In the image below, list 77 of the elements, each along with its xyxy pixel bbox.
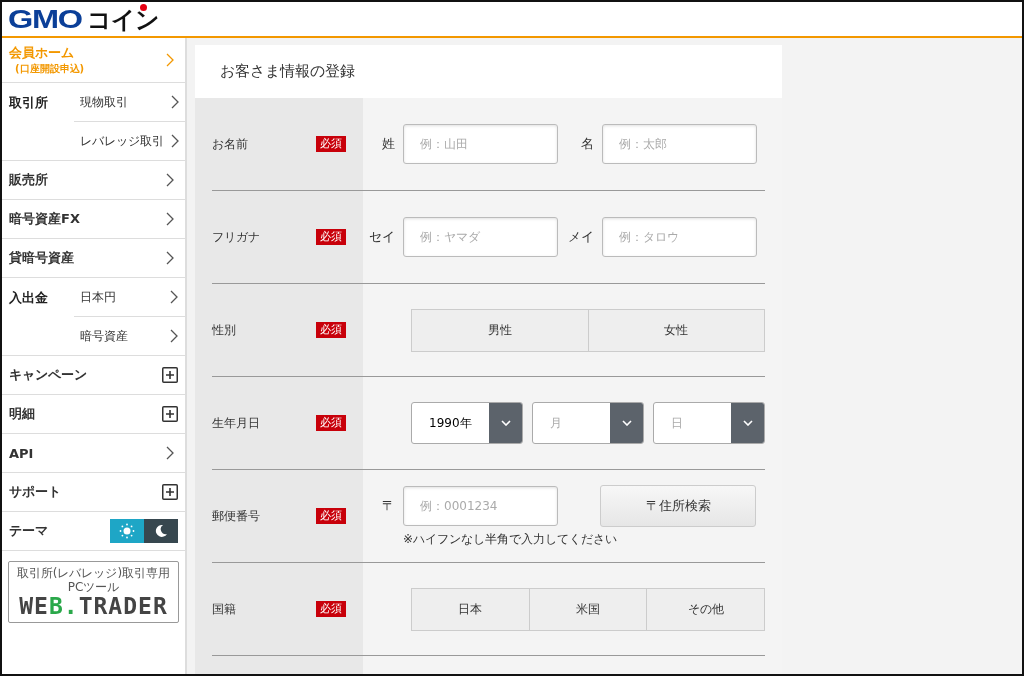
option-button[interactable]: その他 bbox=[647, 588, 764, 630]
form-title: お客さま情報の登録 bbox=[220, 62, 355, 81]
sidebar-item[interactable]: キャンペーン bbox=[2, 356, 185, 395]
required-tag: 必須 bbox=[316, 229, 346, 245]
option-button[interactable]: 米国 bbox=[529, 588, 648, 630]
field-name: 性別 bbox=[212, 321, 236, 339]
sidebar-subitem[interactable]: 日本円 bbox=[74, 278, 185, 317]
sidebar-subitem[interactable]: 暗号資産 bbox=[74, 317, 185, 355]
required-tag: 必須 bbox=[316, 136, 346, 152]
chevron-right-icon bbox=[170, 290, 178, 304]
chevron-right-icon bbox=[170, 329, 178, 343]
text-input-field[interactable]: 例：太郎 bbox=[602, 124, 757, 164]
chevron-right-icon bbox=[166, 446, 174, 460]
chevron-right-icon bbox=[166, 173, 174, 187]
sidebar-item-label: キャンペーン bbox=[9, 366, 88, 384]
dropdown-select[interactable]: 1990年 bbox=[411, 402, 523, 444]
field-label: セイ bbox=[368, 228, 396, 246]
chevron-right-icon bbox=[166, 212, 174, 226]
plus-icon bbox=[162, 484, 178, 500]
field-name: 生年月日 bbox=[212, 414, 260, 432]
caret-down-icon bbox=[742, 420, 753, 426]
address-search-button[interactable]: 〒住所検索 bbox=[600, 484, 756, 527]
theme-label: テーマ bbox=[9, 522, 49, 540]
field-name: お名前 bbox=[212, 135, 248, 153]
field-label: メイ bbox=[567, 228, 595, 246]
option-button[interactable]: 女性 bbox=[588, 309, 764, 351]
sidebar-item-sublabel: (口座開設申込) bbox=[14, 62, 86, 76]
sidebar-item[interactable]: 明細 bbox=[2, 395, 185, 434]
sidebar-item-label: 貸暗号資産 bbox=[9, 249, 75, 267]
banner-caption: 取引所(レバレッジ)取引専用PCツール bbox=[15, 566, 172, 595]
sidebar-subitem[interactable]: 現物取引 bbox=[74, 83, 186, 122]
plus-icon bbox=[162, 367, 178, 383]
option-button[interactable]: 日本 bbox=[412, 588, 530, 630]
moon-icon bbox=[154, 524, 168, 538]
sidebar-item-label: 会員ホーム bbox=[9, 44, 75, 62]
plus-icon bbox=[162, 406, 178, 422]
sidebar-item[interactable]: 暗号資産FX bbox=[2, 200, 185, 239]
sidebar-item-label: 明細 bbox=[9, 405, 36, 423]
sidebar-section-label: 取引所 bbox=[8, 94, 49, 112]
web-trader-banner[interactable]: 取引所(レバレッジ)取引専用PCツール WEB.TRADER bbox=[8, 561, 179, 623]
option-button[interactable]: 男性 bbox=[412, 309, 589, 351]
chevron-right-icon bbox=[166, 53, 174, 67]
chevron-right-icon bbox=[171, 95, 179, 109]
text-input-field[interactable]: 例：タロウ bbox=[602, 217, 757, 257]
theme-toggle-option[interactable] bbox=[110, 519, 144, 543]
sun-icon bbox=[119, 523, 135, 539]
field-label: 名 bbox=[580, 135, 595, 153]
required-tag: 必須 bbox=[316, 508, 346, 524]
sidebar-section-label: 入出金 bbox=[8, 289, 49, 307]
chevron-right-icon bbox=[171, 134, 179, 148]
required-tag: 必須 bbox=[316, 601, 346, 617]
sidebar-item[interactable]: 販売所 bbox=[2, 161, 185, 200]
theme-toggle-option[interactable] bbox=[144, 519, 178, 543]
field-label: 姓 bbox=[381, 135, 396, 153]
sidebar-item[interactable]: API bbox=[2, 434, 185, 473]
caret-down-icon bbox=[621, 420, 632, 426]
caret-down-icon bbox=[500, 420, 511, 426]
chevron-right-icon bbox=[166, 251, 174, 265]
text-input-field[interactable]: 例：山田 bbox=[403, 124, 558, 164]
input-hint-text: ※ハイフンなし半角で入力してください bbox=[403, 530, 619, 548]
required-tag: 必須 bbox=[316, 322, 346, 338]
banner-logo-text: WEB.TRADER bbox=[19, 594, 168, 618]
sidebar-item-label: 暗号資産FX bbox=[9, 210, 81, 228]
text-input-field[interactable]: 例：ヤマダ bbox=[403, 217, 558, 257]
sidebar-item-label: API bbox=[9, 445, 35, 461]
sidebar-item[interactable]: 貸暗号資産 bbox=[2, 239, 185, 278]
field-name: 郵便番号 bbox=[212, 507, 260, 525]
sidebar-item-label: 販売所 bbox=[9, 171, 49, 189]
field-name: 国籍 bbox=[212, 600, 236, 618]
field-name: フリガナ bbox=[212, 228, 260, 246]
postal-code-input-field[interactable]: 例：0001234 bbox=[403, 485, 558, 526]
brand-logo[interactable]: GMO コイン bbox=[8, 6, 160, 32]
sidebar-subitem[interactable]: レバレッジ取引 bbox=[74, 122, 186, 160]
postal-mark-label: 〒 bbox=[381, 496, 396, 515]
sidebar-item[interactable]: サポート bbox=[2, 473, 185, 512]
sidebar-item-label: サポート bbox=[9, 483, 62, 501]
required-tag: 必須 bbox=[316, 415, 346, 431]
